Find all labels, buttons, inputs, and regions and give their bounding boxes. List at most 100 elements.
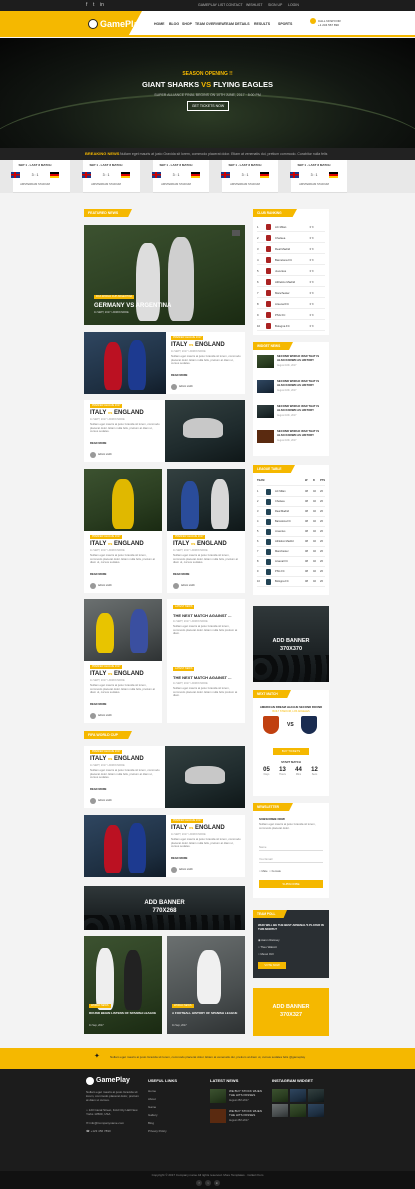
post-author[interactable]: Admin smith [179, 868, 193, 871]
topbar-link-login[interactable]: LOGIN [288, 3, 299, 7]
league-table-row[interactable]: 6 Athletico Madrid 08 02 26 [257, 537, 325, 547]
instagram-photo[interactable] [290, 1089, 306, 1102]
topbar-link-contact[interactable]: CONTACT [226, 3, 243, 7]
photo-news-title[interactable]: A FOOTBALL HISTORY OF SPANISH LEAGUE [172, 1011, 242, 1015]
match-card[interactable]: SEP 1 - LAST 8 MATCH 3 : 1 AMSTERDAM STA… [146, 162, 206, 190]
logo-area[interactable]: GamePlay [0, 11, 142, 37]
footer-email[interactable]: ✉ info@Companyname.com [86, 1121, 124, 1125]
widget-news-item[interactable]: SECOND WORLD WAR THAT IS ALSO KNOWN AS H… [257, 428, 325, 446]
ad-banner-side[interactable]: ADD BANNER 370X370 [253, 606, 329, 682]
gender-radio[interactable]: ○ Male ○ Female [259, 869, 281, 873]
post-tag[interactable]: PREMIER LEAGUE 2017 [90, 750, 123, 754]
post-tag[interactable]: PREMIER LEAGUE 2017 [90, 535, 123, 539]
post-author[interactable]: Admin smith [98, 453, 112, 456]
post-author[interactable]: Admin smith [179, 385, 193, 388]
nav-sports[interactable]: SPORTS [278, 22, 292, 26]
photo-news-card[interactable]: WORLD NEWS A FOOTBALL HISTORY OF SPANISH… [167, 936, 245, 1034]
club-row[interactable]: 3 Real Madrid ★★ [257, 244, 325, 254]
post-image[interactable] [165, 400, 245, 462]
league-table-row[interactable]: 9 PSG FC 08 02 26 [257, 567, 325, 577]
club-row[interactable]: 7 Manchester ★★ [257, 288, 325, 298]
featured-title[interactable]: GERMANY VS ARGENTINA [94, 303, 171, 309]
gallery-icon[interactable] [232, 230, 240, 236]
footer-link[interactable]: Privacy Policy [148, 1129, 167, 1133]
post-author[interactable]: Admin smith [98, 584, 112, 587]
post-image[interactable] [84, 469, 162, 531]
facebook-icon[interactable]: f [86, 2, 87, 8]
topbar-link-list[interactable]: GAMEPLAY LIST [198, 3, 225, 7]
post-image[interactable] [165, 746, 245, 808]
latest-news-title-text[interactable]: WE BUY STOCK WHEN THE HITS PASSES [229, 1089, 265, 1097]
league-table-row[interactable]: 8 Arsenal FC 08 02 26 [257, 557, 325, 567]
post-image[interactable] [84, 332, 166, 394]
footer-link[interactable]: Home [148, 1089, 156, 1093]
photo-news-tag[interactable]: WORLD NEWS [89, 1004, 111, 1008]
nav-team-overview[interactable]: TEAM OVERVIEW [195, 22, 225, 26]
photo-news-card[interactable]: WORLD NEWS ROUND BEGIN LISTENS OF SPANIS… [84, 936, 162, 1034]
widget-news-item[interactable]: SECOND WORLD WAR THAT IS ALSO KNOWN AS H… [257, 353, 325, 371]
instagram-photo[interactable] [272, 1104, 288, 1117]
instagram-photo[interactable] [290, 1104, 306, 1117]
post-author[interactable]: Admin smith [98, 714, 112, 717]
vote-button[interactable]: VOTE NOW [258, 962, 286, 969]
twitter-icon[interactable]: ✦ [94, 1052, 100, 1060]
list-post-title[interactable]: THE NEXT MATCH AGAINST ... [173, 613, 231, 618]
instagram-photo[interactable] [308, 1104, 324, 1117]
post-title[interactable]: ITALY vs ENGLAND [171, 825, 225, 831]
club-row[interactable]: 10 Bologna FC ★★ [257, 321, 325, 331]
featured-post-image[interactable]: FIFA WORLD CUP ARGENTINA GERMANY VS ARGE… [84, 225, 245, 325]
league-table-row[interactable]: 3 Real Madrid 08 02 26 [257, 507, 325, 517]
post-title[interactable]: ITALY vs ENGLAND [90, 756, 144, 762]
club-row[interactable]: 2 Chelsea ★★ [257, 233, 325, 243]
breaking-news-text[interactable]: Nullam eget mauris at justo Gravida sit … [120, 152, 330, 156]
club-row[interactable]: 8 Arsenal FC ★★ [257, 299, 325, 309]
ad-banner-wide[interactable]: ADD BANNER 770X268 [84, 886, 245, 930]
post-image[interactable] [167, 469, 245, 531]
read-more-link[interactable]: READ MORE [90, 703, 106, 706]
club-row[interactable]: 9 PSG FC ★★ [257, 310, 325, 320]
read-more-link[interactable]: READ MORE [90, 788, 106, 791]
name-input[interactable]: Name [259, 843, 323, 851]
post-title[interactable]: ITALY vs ENGLAND [90, 671, 144, 677]
club-row[interactable]: 4 Barcelona FC ★★ [257, 255, 325, 265]
poll-option[interactable]: ◉ Aaron Ramsey [258, 938, 280, 942]
league-table-row[interactable]: 2 Chelsea 08 02 26 [257, 497, 325, 507]
post-author[interactable]: Admin smith [181, 584, 195, 587]
linkedin-icon[interactable]: in [100, 2, 104, 8]
footer-link[interactable]: Game [148, 1105, 156, 1109]
get-tickets-button[interactable]: GET TICKETS NOW [187, 101, 229, 111]
post-title[interactable]: ITALY vs ENGLAND [90, 541, 144, 547]
poll-option[interactable]: ○ Theo Walcott [258, 945, 277, 949]
email-input[interactable]: Your Email [259, 855, 323, 863]
post-author[interactable]: Admin smith [98, 799, 112, 802]
latest-news-thumb[interactable] [210, 1109, 226, 1123]
post-title[interactable]: ITALY vs ENGLAND [90, 410, 144, 416]
topbar-link-signup[interactable]: SIGN UP [268, 3, 282, 7]
featured-tag[interactable]: FIFA WORLD CUP ARGENTINA [94, 295, 135, 299]
post-tag[interactable]: PREMIER LEAGUE 2017 [90, 404, 123, 408]
match-card[interactable]: SEP 1 - LAST 8 MATCH 3 : 1 AMSTERDAM STA… [215, 162, 275, 190]
post-image[interactable] [84, 599, 162, 661]
twitter-icon[interactable]: t [93, 2, 94, 8]
footer-link[interactable]: About [148, 1097, 156, 1101]
read-more-link[interactable]: READ MORE [90, 442, 106, 445]
league-table-row[interactable]: 1 AC Milan 08 02 26 [257, 487, 325, 497]
league-table-row[interactable]: 7 Manchester 08 02 26 [257, 547, 325, 557]
latest-news-title-text[interactable]: WE BUY STOCK WHEN THE HITS PASSES [229, 1109, 265, 1117]
post-tag[interactable]: PREMIER LEAGUE 2017 [90, 665, 123, 669]
instagram-photo[interactable] [308, 1089, 324, 1102]
league-table-row[interactable]: 4 Barcelona FC 08 02 26 [257, 517, 325, 527]
match-card[interactable]: SEP 1 - LAST 8 MATCH 3 : 1 AMSTERDAM STA… [5, 162, 65, 190]
list-post-tag[interactable]: LATEST NEWS [173, 667, 195, 671]
widget-news-item[interactable]: SECOND WORLD WAR THAT IS ALSO KNOWN AS H… [257, 403, 325, 421]
photo-news-tag[interactable]: WORLD NEWS [172, 1004, 194, 1008]
post-image[interactable] [84, 815, 166, 877]
post-tag[interactable]: PREMIER LEAGUE 2017 [171, 336, 204, 340]
post-tag[interactable]: PREMIER LEAGUE 2017 [173, 535, 206, 539]
post-title[interactable]: ITALY vs ENGLAND [171, 342, 225, 348]
tweet-text[interactable]: Nullam eget mauris at justo Gravida sit … [110, 1055, 340, 1059]
linkedin-icon[interactable]: in [214, 1180, 220, 1186]
read-more-link[interactable]: READ MORE [171, 374, 187, 377]
poll-option[interactable]: ○ Mesut Ozil [258, 952, 274, 956]
widget-news-item[interactable]: SECOND WORLD WAR THAT IS ALSO KNOWN AS H… [257, 378, 325, 396]
